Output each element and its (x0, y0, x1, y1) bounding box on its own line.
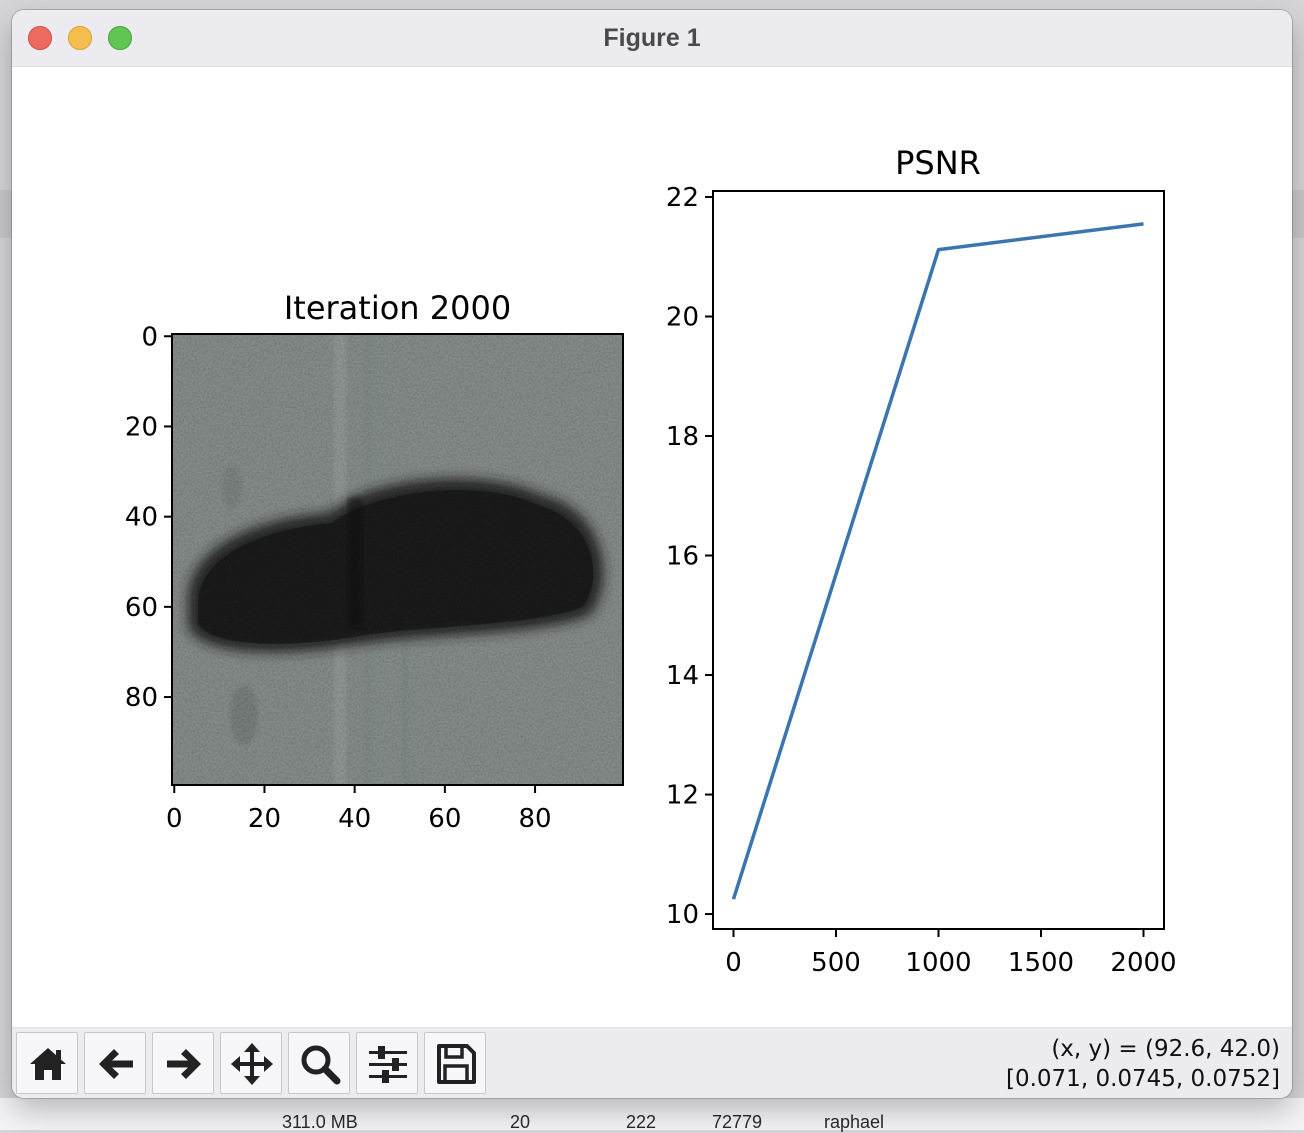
psnr-series-line (731, 222, 1144, 900)
back-button[interactable] (84, 1032, 146, 1094)
psnr-chart: PSNR 0 500 1000 1500 2000 10 12 14 16 18 20 22 (666, 144, 1177, 978)
chart-y-tick-label: 18 (666, 422, 699, 452)
chart-frame (712, 190, 1165, 930)
image-y-tick-label: 60 (125, 593, 158, 623)
save-icon (437, 1044, 476, 1084)
cursor-xy: (x, y) = (92.6, 42.0) (1051, 1036, 1280, 1062)
configure-subplots-icon (369, 1046, 407, 1083)
pan-button[interactable] (220, 1032, 282, 1094)
image-x-tick-label: 80 (519, 804, 552, 834)
background-app-row: 311.0 MB 20 222 72779 raphael (0, 1098, 1304, 1132)
home-button[interactable] (16, 1032, 78, 1094)
chart-y-tick-label: 10 (666, 900, 699, 930)
chart-x-tick-label: 2000 (1110, 948, 1176, 978)
image-y-ticks: 0 20 40 60 80 (125, 322, 172, 713)
chart-y-tick-label: 12 (666, 781, 699, 811)
chart-x-tick-label: 500 (811, 948, 861, 978)
chart-y-ticks: 10 12 14 16 18 20 22 (666, 183, 713, 930)
chart-x-ticks: 0 500 1000 1500 2000 (725, 929, 1177, 978)
chart-y-tick-label: 16 (666, 542, 699, 572)
reconstructed-image (172, 334, 623, 785)
image-x-tick-label: 0 (166, 804, 183, 834)
image-x-tick-label: 40 (338, 804, 371, 834)
save-button[interactable] (424, 1032, 486, 1094)
chart-x-tick-label: 1500 (1008, 948, 1074, 978)
home-icon (30, 1048, 66, 1080)
cursor-readout: (x, y) = (92.6, 42.0) [0.071, 0.0745, 0.… (1006, 1034, 1280, 1094)
title-bar[interactable]: Figure 1 (12, 10, 1292, 67)
zoom-icon (301, 1045, 341, 1085)
window-title: Figure 1 (603, 24, 701, 52)
image-x-ticks: 0 20 40 60 80 (166, 785, 552, 834)
chart-x-tick-label: 0 (725, 948, 742, 978)
cursor-pixel-value: [0.071, 0.0745, 0.0752] (1006, 1066, 1280, 1092)
configure-subplots-button[interactable] (356, 1032, 418, 1094)
chart-y-tick-label: 14 (666, 661, 699, 691)
chart-y-tick-label: 22 (666, 183, 699, 213)
forward-arrow-icon (167, 1049, 201, 1079)
zoom-button[interactable] (288, 1032, 350, 1094)
image-x-tick-label: 20 (248, 804, 281, 834)
chart-title: PSNR (895, 144, 981, 182)
image-y-tick-label: 80 (125, 683, 158, 713)
chart-y-tick-label: 20 (666, 302, 699, 332)
figure-window: Figure 1 Iteration 2000 0 20 40 60 80 0 … (12, 10, 1292, 1098)
image-y-tick-label: 40 (125, 503, 158, 533)
chart-x-tick-label: 1000 (905, 948, 971, 978)
figure-canvas[interactable]: Iteration 2000 0 20 40 60 80 0 20 40 60 … (12, 67, 1292, 1027)
image-x-tick-label: 60 (428, 804, 461, 834)
pan-icon (231, 1043, 273, 1085)
chart-series-group (731, 222, 1144, 900)
image-title: Iteration 2000 (284, 289, 511, 327)
image-axes: Iteration 2000 0 20 40 60 80 020406080 (125, 289, 624, 834)
image-y-tick-label: 0 (141, 322, 158, 352)
navigation-toolbar: (x, y) = (92.6, 42.0) [0.071, 0.0745, 0.… (12, 1027, 1292, 1098)
back-arrow-icon (99, 1049, 133, 1079)
image-y-tick-label: 20 (125, 412, 158, 442)
forward-button[interactable] (152, 1032, 214, 1094)
